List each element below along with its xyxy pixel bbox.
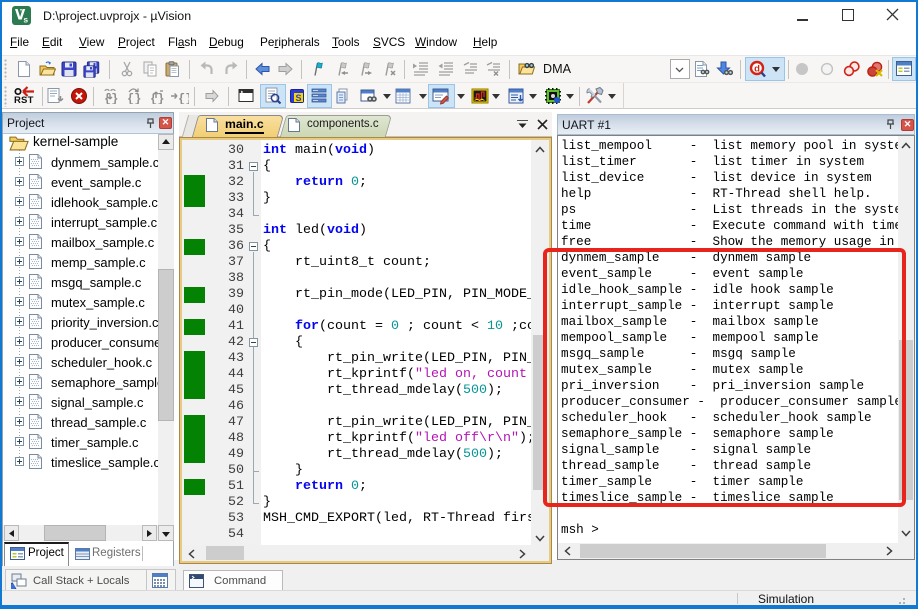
- svg-text:s: s: [23, 15, 28, 25]
- svg-text:d: d: [754, 64, 760, 75]
- svg-text:S: S: [295, 93, 301, 103]
